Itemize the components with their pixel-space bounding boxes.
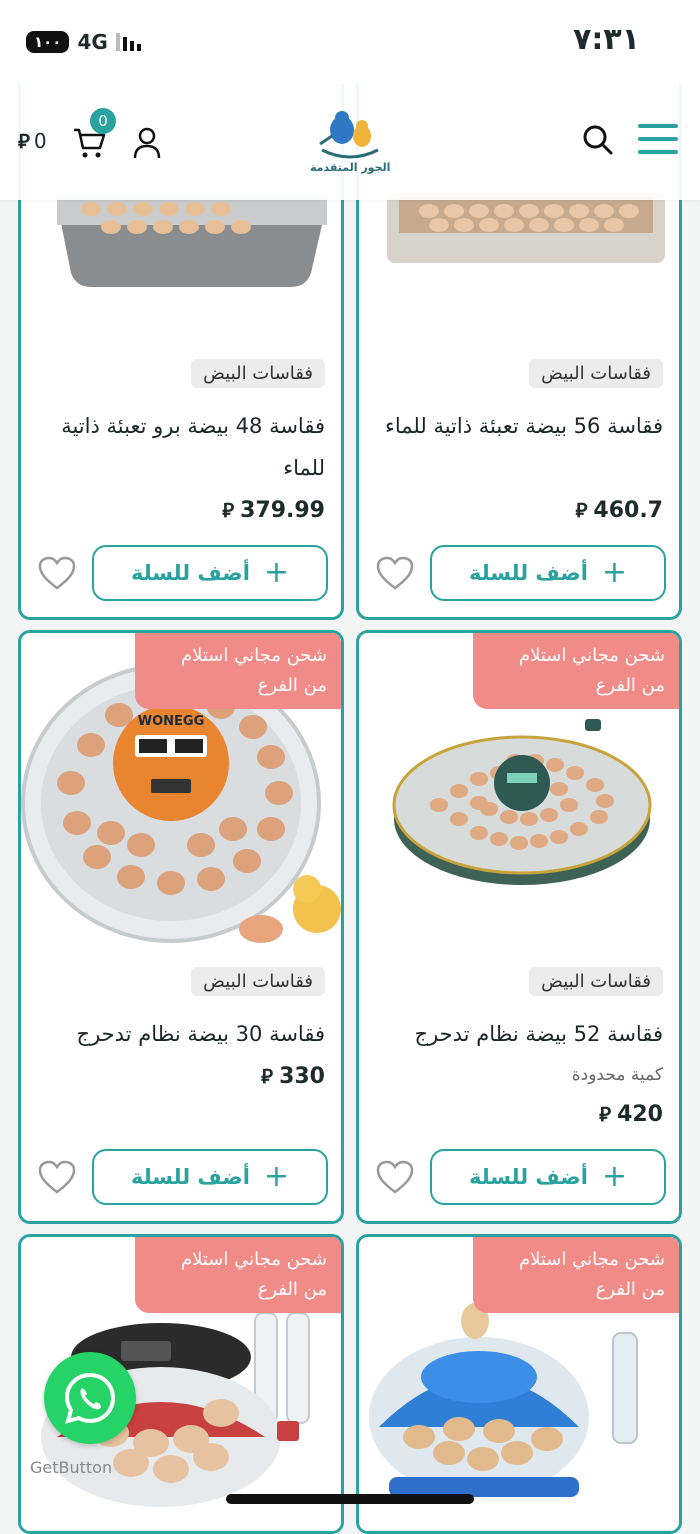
product-price: ⃁ 420 [599,1101,663,1127]
plus-icon: + [601,555,628,590]
network-type: 4G [77,30,108,54]
heart-icon[interactable] [37,555,77,591]
category-tag[interactable]: فقاسات البيض [529,359,663,388]
logo-text: الجور المتقدمة [310,161,391,174]
site-header: الجور المتقدمة 0 ⃁ 0 [0,84,700,200]
heart-icon[interactable] [37,1159,77,1195]
signal-icon [115,33,141,51]
search-icon[interactable] [582,124,614,156]
status-indicators: ١٠٠ 4G [26,30,141,54]
whatsapp-icon [64,1372,116,1424]
product-image[interactable]: شحن مجاني استلام من الفرع WONEGG [21,633,341,953]
cart-total[interactable]: ⃁ 0 [18,128,47,154]
site-logo[interactable]: الجور المتقدمة [310,106,390,178]
product-title[interactable]: فقاسة 56 بيضة تعبئة ذاتية للماء [373,405,663,447]
wonegg-brand-text: WONEGG [138,714,205,729]
status-time: ٧:٣١ [573,22,640,57]
getbutton-watermark: GetButton [30,1458,113,1477]
stock-note: كمية محدودة [571,1065,663,1085]
riyal-icon: ⃁ [261,1064,274,1088]
product-image[interactable]: شحن مجاني استلام من الفرع [359,633,679,953]
battery-indicator: ١٠٠ [26,31,70,53]
product-title[interactable]: فقاسة 48 بيضة برو تعبئة ذاتية للماء [35,405,325,489]
user-icon[interactable] [132,126,162,160]
plus-icon: + [263,555,290,590]
plus-icon: + [601,1159,628,1194]
status-bar: ١٠٠ 4G ٧:٣١ [0,0,700,84]
riyal-icon: ⃁ [222,498,235,522]
free-shipping-ribbon: شحن مجاني استلام من الفرع [473,1237,679,1313]
free-shipping-ribbon: شحن مجاني استلام من الفرع [473,633,679,709]
product-card[interactable]: شحن مجاني استلام من الفرع [356,1234,682,1534]
riyal-icon: ⃁ [575,498,588,522]
product-price: ⃁ 330 [261,1063,325,1089]
product-card[interactable]: شحن مجاني استلام من الفرع WONEGG فقاسات … [18,630,344,1224]
category-tag[interactable]: فقاسات البيض [529,967,663,996]
free-shipping-ribbon: شحن مجاني استلام من الفرع [135,1237,341,1313]
product-card[interactable]: شحن مجاني استلام من الفرع فقاسات البيض ف… [356,630,682,1224]
product-title[interactable]: فقاسة 30 بيضة نظام تدحرج [35,1013,325,1055]
free-shipping-ribbon: شحن مجاني استلام من الفرع [135,633,341,709]
plus-icon: + [263,1159,290,1194]
add-to-cart-button[interactable]: أضف للسلة + [92,1149,328,1205]
heart-icon[interactable] [375,1159,415,1195]
product-price: ⃁ 460.7 [575,497,663,523]
category-tag[interactable]: فقاسات البيض [191,359,325,388]
product-title[interactable]: فقاسة 52 بيضة نظام تدحرج [373,1013,663,1055]
add-to-cart-button[interactable]: أضف للسلة + [430,545,666,601]
whatsapp-button[interactable] [44,1352,136,1444]
riyal-icon: ⃁ [599,1102,612,1126]
category-tag[interactable]: فقاسات البيض [191,967,325,996]
add-to-cart-button[interactable]: أضف للسلة + [92,545,328,601]
product-image[interactable]: شحن مجاني استلام من الفرع [359,1237,679,1531]
home-indicator [226,1494,474,1504]
riyal-icon: ⃁ [18,129,30,153]
heart-icon[interactable] [375,555,415,591]
menu-icon[interactable] [638,124,678,158]
birds-logo-icon [319,111,379,159]
cart-count-badge[interactable]: 0 [90,108,116,134]
add-to-cart-button[interactable]: أضف للسلة + [430,1149,666,1205]
product-price: ⃁ 379.99 [222,497,325,523]
